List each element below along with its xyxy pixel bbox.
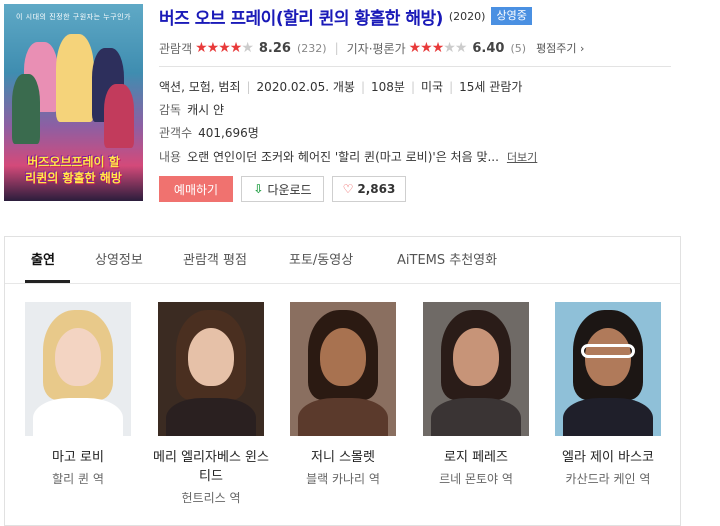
director-label: 감독	[159, 103, 182, 117]
rate-link[interactable]: 평점주기 ›	[536, 40, 584, 56]
like-button[interactable]: ♡ 2,863	[332, 176, 406, 202]
tab-cast[interactable]: 출연	[31, 249, 55, 268]
cast-role: 블랙 카나리 역	[306, 472, 380, 486]
more-link[interactable]: 더보기	[507, 151, 537, 164]
audience-rating-label: 관람객	[159, 41, 193, 56]
tab-bar: 출연 상영정보 관람객 평점 포토/동영상 AiTEMS 추천영화	[5, 237, 680, 284]
info-row-synopsis: 내용 오랜 연인이던 조커와 헤어진 '할리 퀸(마고 로비)'은 처음 맞...…	[159, 148, 537, 166]
cast-card[interactable]: 마고 로비 할리 퀸 역	[18, 302, 138, 488]
audience-total-label: 관객수	[159, 126, 193, 140]
cast-photo[interactable]	[290, 302, 396, 436]
audience-stars: ★★★★★	[195, 40, 254, 56]
synopsis-label: 내용	[159, 150, 182, 164]
cast-name[interactable]: 저니 스몰렛	[283, 448, 403, 467]
cast-photo[interactable]	[158, 302, 264, 436]
active-tab-indicator	[25, 280, 70, 283]
cast-card[interactable]: 저니 스몰렛 블랙 카나리 역	[283, 302, 403, 488]
cast-name[interactable]: 메리 엘리자베스 윈스티드	[151, 448, 271, 486]
movie-poster[interactable]: 이 시대의 진정한 구원자는 누구인가 버즈오브프레이 할리퀸의 황홀한 해방	[4, 4, 143, 201]
cast-name[interactable]: 로지 페레즈	[416, 448, 536, 467]
info-row-audience: 관객수 401,696명	[159, 124, 259, 142]
cast-role: 카산드라 케인 역	[565, 472, 651, 486]
movie-title[interactable]: 버즈 오브 프레이(할리 퀸의 황홀한 해방)	[159, 4, 443, 29]
cast-photo[interactable]	[555, 302, 661, 436]
genre: 액션, 모험, 범죄	[159, 80, 241, 94]
critic-score: 6.40	[472, 40, 505, 56]
audience-total: 401,696명	[198, 126, 259, 140]
cast-role: 르네 몬토야 역	[439, 472, 513, 486]
director-name[interactable]: 캐시 얀	[187, 103, 224, 117]
synopsis-text: 오랜 연인이던 조커와 헤어진 '할리 퀸(마고 로비)'은 처음 맞...	[187, 150, 499, 164]
release-date: 2020.02.05. 개봉	[256, 80, 355, 94]
critic-count: (5)	[510, 41, 527, 55]
cast-panel: 출연 상영정보 관람객 평점 포토/동영상 AiTEMS 추천영화 마고 로비 …	[4, 236, 681, 526]
download-icon: ⇩	[253, 182, 264, 196]
critic-stars: ★★★★★	[408, 40, 468, 56]
info-row-director: 감독 캐시 얀	[159, 101, 224, 119]
cast-name[interactable]: 마고 로비	[18, 448, 138, 467]
tab-recommend[interactable]: AiTEMS 추천영화	[397, 249, 497, 268]
cast-photo[interactable]	[25, 302, 131, 436]
cast-photo[interactable]	[423, 302, 529, 436]
runtime: 108분	[371, 80, 405, 94]
book-button[interactable]: 예매하기	[159, 176, 233, 202]
rating-row: 관람객 ★★★★★ 8.26 (232) | 기자·평론가 ★★★★★ 6.40…	[159, 40, 585, 56]
cast-card[interactable]: 로지 페레즈 르네 몬토야 역	[416, 302, 536, 488]
cast-role: 헌트리스 역	[181, 491, 241, 505]
cast-card[interactable]: 메리 엘리자베스 윈스티드 헌트리스 역	[151, 302, 271, 507]
audience-score: 8.26	[258, 40, 291, 56]
title-row: 버즈 오브 프레이(할리 퀸의 황홀한 해방) (2020) 상영중	[159, 4, 532, 29]
cast-card[interactable]: 엘라 제이 바스코 카산드라 케인 역	[548, 302, 668, 488]
audience-count: (232)	[296, 41, 327, 55]
country: 미국	[421, 80, 444, 94]
cast-role: 할리 퀸 역	[52, 472, 104, 486]
cast-name[interactable]: 엘라 제이 바스코	[548, 448, 668, 467]
critic-rating-label: 기자·평론가	[346, 41, 406, 56]
tab-showtimes[interactable]: 상영정보	[95, 249, 143, 268]
poster-tagline: 이 시대의 진정한 구원자는 누구인가	[16, 13, 131, 21]
action-buttons: 예매하기 ⇩ 다운로드 ♡ 2,863	[159, 176, 406, 202]
movie-year: (2020)	[448, 9, 486, 23]
download-button[interactable]: ⇩ 다운로드	[241, 176, 324, 202]
poster-title: 버즈오브프레이 할리퀸의 황홀한 해방	[25, 155, 122, 185]
status-badge: 상영중	[491, 7, 532, 25]
tab-media[interactable]: 포토/동영상	[289, 249, 353, 268]
age-rating: 15세 관람가	[459, 80, 523, 94]
heart-icon: ♡	[342, 182, 354, 196]
tab-audience-rating[interactable]: 관람객 평점	[183, 249, 247, 268]
info-row-basic: 액션, 모험, 범죄 | 2020.02.05. 개봉 | 108분 | 미국 | 15세 관람…	[159, 80, 523, 94]
